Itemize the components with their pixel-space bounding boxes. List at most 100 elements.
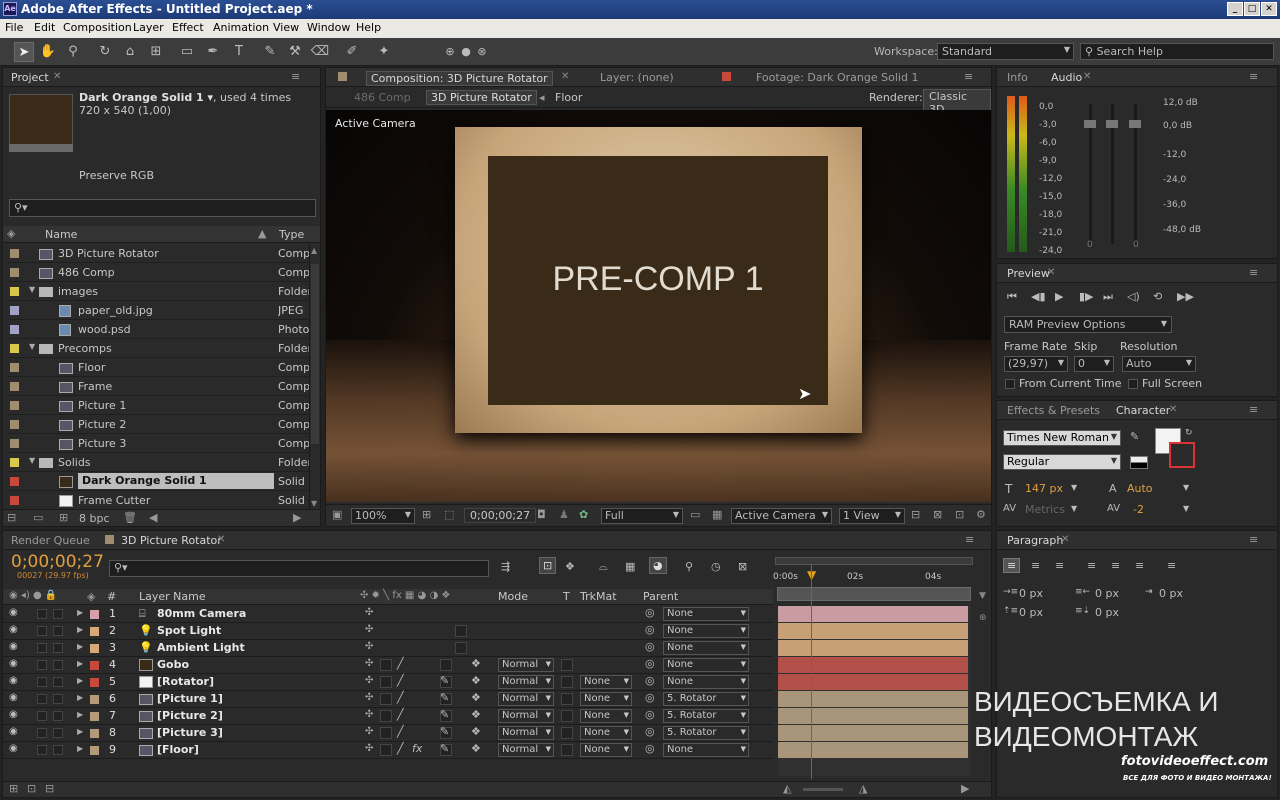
track-matte-dropdown[interactable]: None ▼ (580, 743, 632, 757)
label-color-swatch[interactable] (10, 344, 19, 353)
space-after-value[interactable]: 0 px (1095, 606, 1119, 619)
solo-toggle[interactable] (53, 711, 63, 721)
font-size-value[interactable]: 147 px (1025, 482, 1063, 495)
expand-triangle-icon[interactable]: ▼ (29, 456, 35, 465)
label-color-swatch[interactable] (10, 496, 19, 505)
transparency-grid-icon[interactable]: ▦ (712, 508, 722, 521)
eraser-tool-icon[interactable]: ⌫ (310, 42, 330, 62)
blend-mode-dropdown[interactable]: Normal ▼ (498, 675, 554, 689)
label-color-swatch[interactable] (10, 458, 19, 467)
column-type[interactable]: Type (279, 228, 304, 241)
layer-switch[interactable] (455, 625, 467, 637)
new-folder-icon[interactable]: ▭ (33, 511, 43, 524)
pick-whip-icon[interactable]: ◎ (645, 674, 655, 687)
timeline-search-input[interactable]: ⚲▾ (109, 560, 489, 577)
adjustment-switch-icon[interactable]: ✎ (440, 691, 449, 704)
zoom-out-icon[interactable]: ◭ (783, 782, 791, 795)
parent-dropdown[interactable]: None ▼ (663, 743, 749, 757)
close-button[interactable]: ✕ (1261, 2, 1277, 16)
visibility-eye-icon[interactable]: ◉ (9, 624, 18, 635)
panel-menu-icon[interactable]: ≡ (964, 70, 973, 83)
blend-mode-dropdown[interactable]: Normal ▼ (498, 692, 554, 706)
chevron-down-icon[interactable]: ▼ (1071, 483, 1077, 492)
from-current-time-checkbox[interactable] (1005, 379, 1015, 389)
layer-name[interactable]: Ambient Light (157, 641, 245, 654)
camera-tool-icon[interactable]: ⌂ (120, 42, 140, 62)
draft-3d-icon[interactable]: ❖ (565, 560, 575, 573)
toggle-modes-icon[interactable]: ⊡ (27, 782, 36, 795)
layer-row[interactable]: ◉ ▶ 4 Gobo ✣ ╱ ❖ Normal ▼ ◎ None ▼ (3, 657, 773, 674)
project-item-row[interactable]: ▼ Precomps Folder (7, 339, 321, 358)
pick-whip-icon[interactable]: ◎ (645, 708, 655, 721)
level-slider-thumb[interactable] (1106, 120, 1118, 128)
visibility-eye-icon[interactable]: ◉ (9, 692, 18, 703)
menu-composition[interactable]: Composition (63, 21, 132, 34)
solo-toggle[interactable] (53, 643, 63, 653)
shy-switch-icon[interactable]: ✣ (365, 692, 373, 703)
solo-toggle[interactable] (53, 660, 63, 670)
tab-paragraph[interactable]: Paragraph (1007, 534, 1063, 547)
toggle-pixel-aspect-icon[interactable]: ⊟ (911, 508, 920, 521)
composition-mini-flowchart-icon[interactable]: ⇶ (501, 560, 510, 573)
preserve-transparency-switch[interactable] (561, 693, 573, 705)
project-item-row[interactable]: ▼ images Folder (7, 282, 321, 301)
adjustment-switch-icon[interactable]: ✎ (440, 674, 449, 687)
parent-dropdown[interactable]: None ▼ (663, 607, 749, 621)
swap-colors-icon[interactable]: ↻ (1185, 428, 1193, 438)
layer-row[interactable]: ◉ ▶ 8 [Picture 3] ✣ ╱ ❖ Normal ▼ ✎ None ▼ ◎ 5. Rotato… (3, 725, 773, 742)
expand-triangle-icon[interactable]: ▶ (77, 727, 83, 736)
layer-row[interactable]: ◉ ▶ 9 [Floor] ✣ ╱ ❖ Normal ▼ fx ✎ None ▼ ◎ None ▼ (3, 742, 773, 759)
pick-whip-icon[interactable]: ◎ (645, 606, 655, 619)
align-left-icon[interactable]: ≡ (1003, 558, 1021, 573)
visibility-eye-icon[interactable]: ◉ (9, 675, 18, 686)
pick-whip-icon[interactable]: ◎ (645, 657, 655, 670)
solo-toggle[interactable] (53, 626, 63, 636)
align-center-icon[interactable]: ≡ (1031, 559, 1040, 572)
layer-row[interactable]: ◉ ▶ 2 💡 Spot Light ✣ ◎ None ▼ (3, 623, 773, 640)
layer-duration-bar[interactable] (778, 657, 968, 673)
breadcrumb-486-comp[interactable]: 486 Comp (354, 91, 411, 104)
blend-mode-dropdown[interactable]: Normal ▼ (498, 726, 554, 740)
tab-effects-presets[interactable]: Effects & Presets (1007, 404, 1100, 417)
track-matte-dropdown[interactable]: None ▼ (580, 675, 632, 689)
parent-dropdown[interactable]: None ▼ (663, 624, 749, 638)
resolution-dropdown[interactable]: Auto ▼ (1122, 356, 1196, 372)
label-color-swatch[interactable] (10, 439, 19, 448)
adjustment-switch-icon[interactable]: ✎ (440, 708, 449, 721)
layer-switch[interactable] (455, 642, 467, 654)
visibility-eye-icon[interactable]: ◉ (9, 743, 18, 754)
comp-button-icon[interactable]: ▼ (979, 591, 986, 601)
layer-row[interactable]: ◉ ▶ 7 [Picture 2] ✣ ╱ ❖ Normal ▼ ✎ None ▼ ◎ 5. Rotato… (3, 708, 773, 725)
shy-switch-icon[interactable]: ✣ (365, 709, 373, 720)
layer-duration-bar[interactable] (778, 606, 968, 622)
layer-row[interactable]: ◉ ▶ 5 [Rotator] ✣ ╱ ❖ Normal ▼ ✎ None ▼ ◎ None ▼ (3, 674, 773, 691)
label-color-swatch[interactable] (10, 268, 19, 277)
3d-layer-switch-icon[interactable]: ❖ (471, 691, 481, 704)
ram-preview-icon[interactable]: ▶▶ (1177, 290, 1194, 303)
last-frame-icon[interactable]: ⏭ (1103, 290, 1113, 304)
fast-preview-icon[interactable]: ⊠ (933, 508, 942, 521)
rotate-tool-icon[interactable]: ↻ (95, 42, 115, 62)
preserve-transparency-switch[interactable] (561, 676, 573, 688)
frame-blending-icon[interactable]: ▦ (625, 560, 635, 573)
zoom-dropdown[interactable]: 100% ▼ (351, 508, 415, 524)
justify-left-icon[interactable]: ≡ (1087, 559, 1096, 572)
preserve-transparency-switch[interactable] (561, 727, 573, 739)
tab-render-queue[interactable]: Render Queue (11, 534, 90, 547)
label-color-swatch[interactable] (90, 729, 99, 738)
audio-toggle[interactable] (37, 609, 47, 619)
leading-value[interactable]: Auto (1127, 482, 1153, 495)
parent-dropdown[interactable]: None ▼ (663, 675, 749, 689)
audio-toggle[interactable] (37, 728, 47, 738)
align-right-icon[interactable]: ≡ (1055, 559, 1064, 572)
panel-menu-icon[interactable]: ≡ (965, 533, 974, 546)
chevron-down-icon[interactable]: ▼ (1183, 504, 1189, 513)
workspace-dropdown[interactable]: Standard ▼ (937, 43, 1074, 60)
timeline-timecode[interactable]: 0;00;00;27 (11, 552, 104, 572)
hand-tool-icon[interactable]: ✋ (38, 42, 58, 62)
quality-switch-icon[interactable]: ╱ (397, 742, 404, 755)
pan-behind-tool-icon[interactable]: ⊞ (146, 42, 166, 62)
project-item-row[interactable]: ▼ Solids Folder (7, 453, 321, 472)
track-matte-dropdown[interactable]: None ▼ (580, 692, 632, 706)
work-area-bar[interactable] (777, 587, 971, 601)
